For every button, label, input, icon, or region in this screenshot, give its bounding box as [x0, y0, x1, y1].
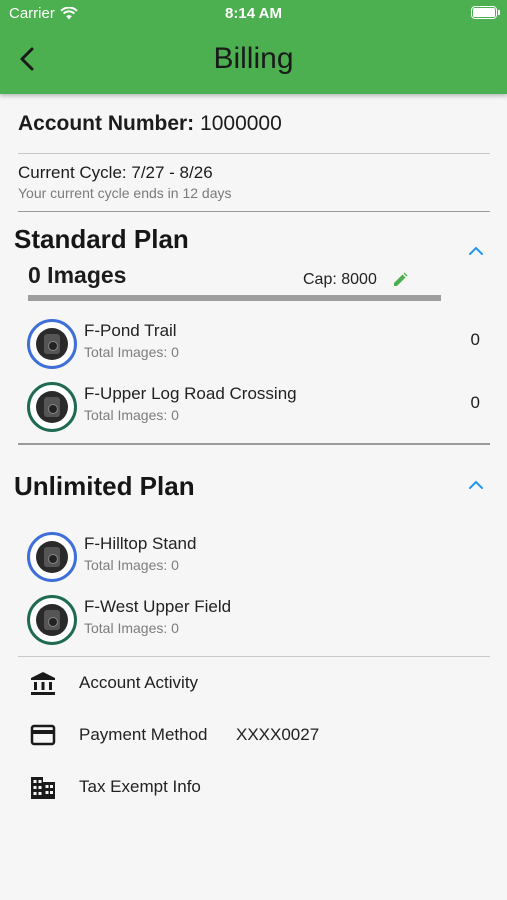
- account-number: Account Number: 1000000: [18, 112, 282, 136]
- camera-row-pond-trail[interactable]: F-Pond Trail Total Images: 0 0: [18, 315, 490, 371]
- current-cycle: Current Cycle: 7/27 - 8/26: [18, 163, 213, 182]
- camera-row-west-upper-field[interactable]: F-West Upper Field Total Images: 0: [18, 591, 490, 647]
- camera-total-images: Total Images: 0: [84, 620, 179, 636]
- bank-icon: [31, 672, 55, 695]
- camera-avatar: [27, 382, 77, 432]
- image-cap: Cap: 8000: [303, 271, 377, 288]
- cycle-note: Your current cycle ends in 12 days: [18, 185, 232, 201]
- standard-plan-title: Standard Plan: [14, 224, 189, 254]
- camera-row-upper-log-road-crossing[interactable]: F-Upper Log Road Crossing Total Images: …: [18, 378, 490, 434]
- camera-avatar: [27, 595, 77, 645]
- camera-icon: [36, 541, 68, 573]
- account-activity-item[interactable]: Account Activity: [18, 663, 490, 703]
- images-count: 0 Images: [28, 262, 127, 288]
- camera-icon: [36, 604, 68, 636]
- camera-image-count: 0: [470, 393, 480, 412]
- tax-exempt-item[interactable]: Tax Exempt Info: [18, 767, 490, 807]
- app-header: Carrier 8:14 AM Billing: [0, 0, 507, 94]
- account-number-label: Account Number:: [18, 112, 195, 135]
- camera-name: F-Pond Trail: [84, 321, 177, 340]
- account-activity-label: Account Activity: [79, 673, 199, 692]
- camera-name: F-West Upper Field: [84, 597, 232, 616]
- camera-name: F-Hilltop Stand: [84, 534, 197, 553]
- status-time: 8:14 AM: [225, 5, 282, 22]
- account-number-value: 1000000: [200, 112, 282, 135]
- divider: [18, 211, 490, 212]
- payment-method-item[interactable]: Payment Method XXXX0027: [18, 715, 490, 755]
- status-bar: Carrier 8:14 AM: [0, 0, 507, 28]
- page-title: Billing: [213, 42, 294, 75]
- camera-avatar: [27, 319, 77, 369]
- battery-icon: [471, 6, 500, 19]
- payment-method-value: XXXX0027: [236, 725, 320, 744]
- usage-progress-bar: [28, 295, 441, 301]
- camera-name: F-Upper Log Road Crossing: [84, 384, 297, 403]
- camera-avatar: [27, 532, 77, 582]
- divider: [18, 443, 490, 445]
- building-icon: [31, 777, 55, 799]
- collapse-unlimited-plan-button[interactable]: [468, 480, 484, 490]
- credit-card-icon: [30, 724, 56, 746]
- camera-total-images: Total Images: 0: [84, 407, 179, 423]
- collapse-standard-plan-button[interactable]: [468, 246, 484, 256]
- camera-row-hilltop-stand[interactable]: F-Hilltop Stand Total Images: 0: [18, 528, 490, 584]
- payment-method-label: Payment Method: [79, 725, 208, 744]
- edit-cap-icon[interactable]: [392, 272, 408, 288]
- unlimited-plan-title: Unlimited Plan: [14, 471, 195, 501]
- divider: [18, 153, 490, 154]
- camera-icon: [36, 391, 68, 423]
- tax-exempt-label: Tax Exempt Info: [79, 777, 201, 796]
- camera-total-images: Total Images: 0: [84, 344, 179, 360]
- camera-icon: [36, 328, 68, 360]
- divider: [18, 656, 490, 657]
- camera-total-images: Total Images: 0: [84, 557, 179, 573]
- camera-image-count: 0: [470, 330, 480, 349]
